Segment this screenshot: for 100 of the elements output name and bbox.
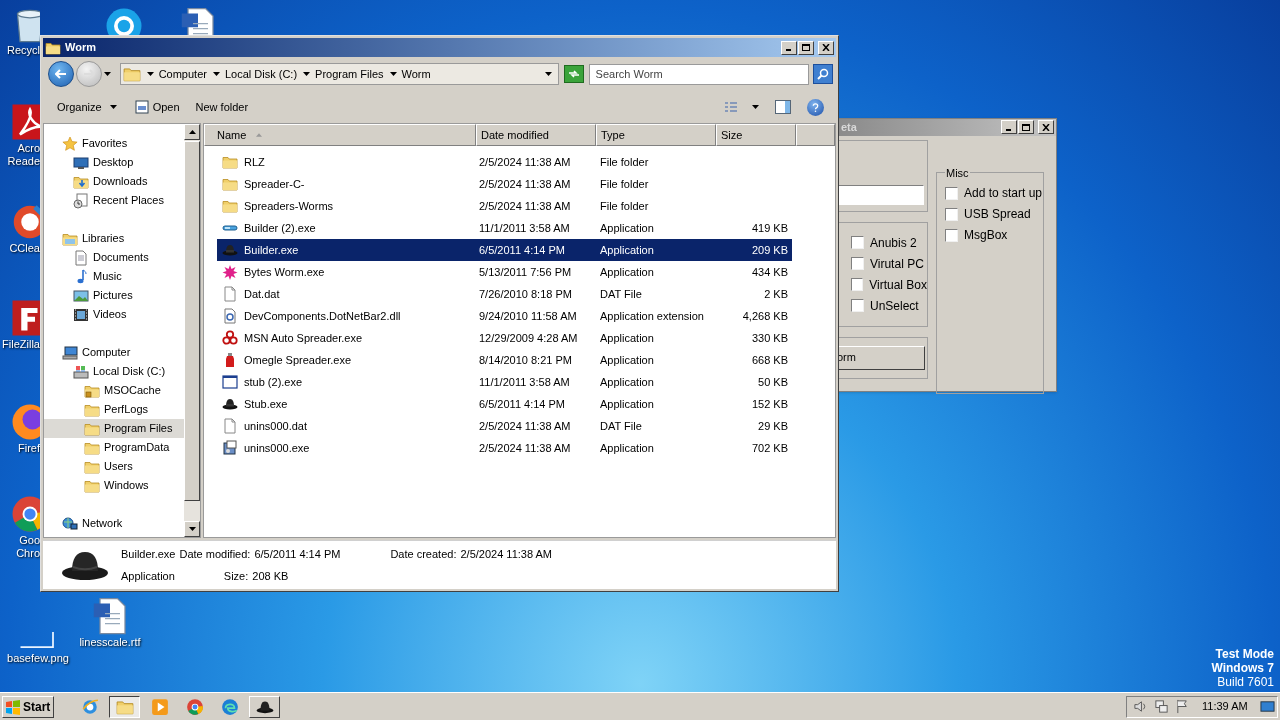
checkbox[interactable]	[945, 186, 958, 200]
nav-item[interactable]: ProgramData	[44, 438, 184, 457]
file-row[interactable]: Stub.exe 6/5/2011 4:14 PM Application 152 KB	[217, 393, 792, 415]
nav-item[interactable]: Windows	[44, 476, 184, 495]
maximize-button[interactable]	[798, 40, 814, 55]
breadcrumb-button[interactable]: Local Disk (C:)	[224, 65, 298, 83]
file-row[interactable]: Dat.dat 7/26/2010 8:18 PM DAT File 2 KB	[217, 283, 792, 305]
history-dropdown[interactable]	[103, 69, 112, 79]
caret-icon	[103, 72, 111, 76]
text-field[interactable]	[836, 184, 924, 205]
desktop-icon-label[interactable]: Goo	[19, 534, 40, 547]
scroll-up-button[interactable]	[184, 124, 200, 140]
speaker-icon[interactable]	[1133, 699, 1148, 714]
desktop-icon-label[interactable]: Reade	[7, 155, 40, 168]
file-row[interactable]: Builder.exe 6/5/2011 4:14 PM Application 209 KB	[217, 239, 792, 261]
clock[interactable]: 11:39 AM	[1202, 698, 1248, 715]
file-row[interactable]: RLZ 2/5/2024 11:38 AM File folder	[217, 151, 792, 173]
nav-item[interactable]: Documents	[44, 248, 184, 267]
computer-icon	[62, 344, 78, 361]
nav-item[interactable]: Network	[44, 514, 184, 533]
start-button[interactable]: Start	[2, 695, 54, 718]
document-icon	[222, 286, 238, 302]
search-button[interactable]	[813, 64, 833, 84]
nav-item[interactable]: Downloads	[44, 172, 184, 191]
checkbox[interactable]	[945, 207, 958, 221]
back-button[interactable]	[48, 61, 74, 87]
nav-item[interactable]: Pictures	[44, 286, 184, 305]
date-cell-text: 6/5/2011 4:14 PM	[478, 396, 567, 412]
file-row[interactable]: stub (2).exe 11/1/2011 3:58 AM Application 50 KB	[217, 371, 792, 393]
nav-item[interactable]: Libraries	[44, 229, 184, 248]
desktop-icon-label[interactable]: Firef	[18, 442, 40, 455]
type-cell-text: Application extension	[599, 308, 705, 324]
column-header[interactable]: Date modified	[476, 124, 596, 146]
date-cell-text: 12/29/2009 4:28 AM	[478, 330, 579, 346]
address-bar[interactable]: Computer Local Disk (C:) Program Files Worm	[119, 63, 559, 85]
desktop-icon-label[interactable]: CClea	[9, 242, 40, 255]
minimize-button[interactable]	[1001, 120, 1017, 135]
nav-item[interactable]: Local Disk (C:)	[44, 362, 184, 381]
column-header[interactable]: Type	[596, 124, 716, 146]
app-shortcut-icon[interactable]	[10, 298, 40, 338]
file-row[interactable]: unins000.exe 2/5/2024 11:38 AM Application 702 KB	[217, 437, 792, 459]
column-header[interactable]: Size	[716, 124, 796, 146]
file-row[interactable]: Spreader-C- 2/5/2024 11:38 AM File folder	[217, 173, 792, 195]
file-row[interactable]: MSN Auto Spreader.exe 12/29/2009 4:28 AM Application 330 KB	[217, 327, 792, 349]
file-row[interactable]: Builder (2).exe 11/1/2011 3:58 AM Application 419 KB	[217, 217, 792, 239]
desktop-icon-label[interactable]: FileZilla	[2, 338, 40, 351]
date-cell-text: 8/14/2010 8:21 PM	[478, 352, 573, 368]
maximize-button[interactable]	[1018, 120, 1034, 135]
file-row[interactable]: unins000.dat 2/5/2024 11:38 AM DAT File 29 KB	[217, 415, 792, 437]
nav-item[interactable]: PerfLogs	[44, 400, 184, 419]
file-row[interactable]: Omegle Spreader.exe 8/14/2010 8:21 PM Application 668 KB	[217, 349, 792, 371]
network-icon[interactable]	[1154, 699, 1169, 714]
refresh-button[interactable]	[563, 65, 584, 83]
minimize-button[interactable]	[781, 40, 797, 55]
nav-item[interactable]: MSOCache	[44, 381, 184, 400]
date-cell-text: 2/5/2024 11:38 AM	[478, 418, 572, 434]
file-row[interactable]: Spreaders-Worms 2/5/2024 11:38 AM File folder	[217, 195, 792, 217]
flag-icon[interactable]	[1175, 699, 1190, 714]
checkbox-label: Anubis 2	[870, 234, 917, 252]
breadcrumb-button[interactable]: Program Files	[315, 65, 384, 83]
nav-item[interactable]: Users	[44, 457, 184, 476]
app-shortcut-icon[interactable]	[10, 102, 40, 142]
checkbox[interactable]	[851, 257, 864, 270]
file-name: Builder.exe	[244, 242, 299, 258]
checkbox[interactable]	[945, 228, 958, 242]
taskbar-button[interactable]	[109, 695, 140, 718]
open-button[interactable]: Open	[134, 98, 180, 116]
nav-item[interactable]: Recent Places	[44, 191, 184, 210]
checkbox[interactable]	[851, 278, 864, 291]
column-header[interactable]: Name	[204, 124, 476, 146]
nav-item[interactable]: Music	[44, 267, 184, 286]
search-field[interactable]: Search Worm	[588, 63, 810, 85]
monitor-icon[interactable]	[1260, 699, 1275, 714]
network-icon	[62, 515, 78, 532]
scroll-down-button[interactable]	[184, 521, 200, 537]
help-button[interactable]	[807, 98, 824, 116]
nav-item[interactable]: Favorites	[44, 134, 184, 153]
desktop-icon-label[interactable]: Recycl	[7, 44, 40, 57]
breadcrumb-button[interactable]: Worm	[401, 65, 431, 83]
checkbox[interactable]	[851, 299, 864, 312]
view-button[interactable]	[724, 101, 759, 113]
file-row[interactable]: Bytes Worm.exe 5/13/2011 7:56 PM Application 434 KB	[217, 261, 792, 283]
desktop-icon-label[interactable]: linesscale.rtf	[79, 636, 141, 649]
close-button[interactable]	[1038, 120, 1054, 135]
breadcrumb-button[interactable]: Computer	[158, 65, 207, 83]
nav-item[interactable]: Desktop	[44, 153, 184, 172]
splat-icon	[222, 264, 238, 280]
desktop-icon-label[interactable]: Chro	[16, 547, 40, 560]
nav-item[interactable]: Program Files	[44, 419, 184, 438]
preview-pane-button[interactable]	[775, 100, 791, 114]
nav-item[interactable]: Computer	[44, 343, 184, 362]
close-button[interactable]	[818, 40, 834, 55]
new-folder-button[interactable]: New folder	[195, 98, 249, 116]
column-header[interactable]	[796, 124, 835, 146]
file-row[interactable]: DevComponents.DotNetBar2.dll 9/24/2010 11:58 AM Application extension 4,268 KB	[217, 305, 792, 327]
checkbox[interactable]	[851, 236, 864, 249]
desktop-icon-label[interactable]: basefew.png	[7, 652, 69, 665]
nav-item[interactable]: Videos	[44, 305, 184, 324]
desktop-icon-label[interactable]: Acro	[17, 142, 40, 155]
organize-button[interactable]: Organize	[57, 98, 117, 116]
